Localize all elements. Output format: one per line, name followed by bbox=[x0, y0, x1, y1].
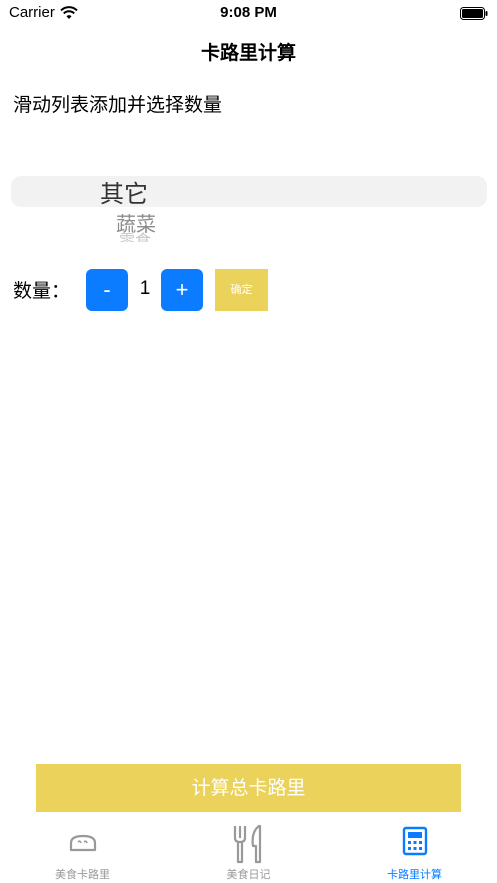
picker-item-faded[interactable]: 零食 bbox=[119, 232, 151, 242]
increase-button[interactable]: + bbox=[161, 269, 203, 311]
tab-calorie-calculator[interactable]: 卡路里计算 bbox=[332, 820, 497, 883]
page-title: 卡路里计算 bbox=[200, 42, 296, 64]
tab-food-calories[interactable]: 美食卡路里 bbox=[0, 820, 165, 883]
status-bar: Carrier 9:08 PM bbox=[0, 0, 497, 26]
calculator-icon bbox=[332, 826, 497, 860]
tab-label: 美食日记 bbox=[226, 868, 271, 881]
instruction-text: 滑动列表添加并选择数量 bbox=[13, 94, 223, 116]
confirm-button[interactable]: 确定 bbox=[215, 269, 268, 311]
decrease-button[interactable]: - bbox=[86, 269, 128, 311]
tab-food-diary[interactable]: 美食日记 bbox=[166, 820, 331, 883]
tab-label: 卡路里计算 bbox=[387, 868, 442, 881]
clock: 9:08 PM bbox=[220, 4, 277, 21]
quantity-label: 数量： bbox=[13, 280, 71, 302]
bread-icon bbox=[0, 826, 165, 860]
tab-label: 美食卡路里 bbox=[55, 868, 110, 881]
battery-icon bbox=[460, 5, 488, 24]
quantity-value: 1 bbox=[139, 278, 151, 299]
food-picker[interactable] bbox=[11, 176, 487, 207]
picker-item-selected[interactable]: 其它 bbox=[100, 174, 148, 209]
tab-bar: 美食卡路里 美食日记 卡路里计算 bbox=[0, 820, 497, 883]
calculate-total-button[interactable]: 计算总卡路里 bbox=[36, 764, 461, 812]
fork-knife-icon bbox=[166, 824, 331, 870]
